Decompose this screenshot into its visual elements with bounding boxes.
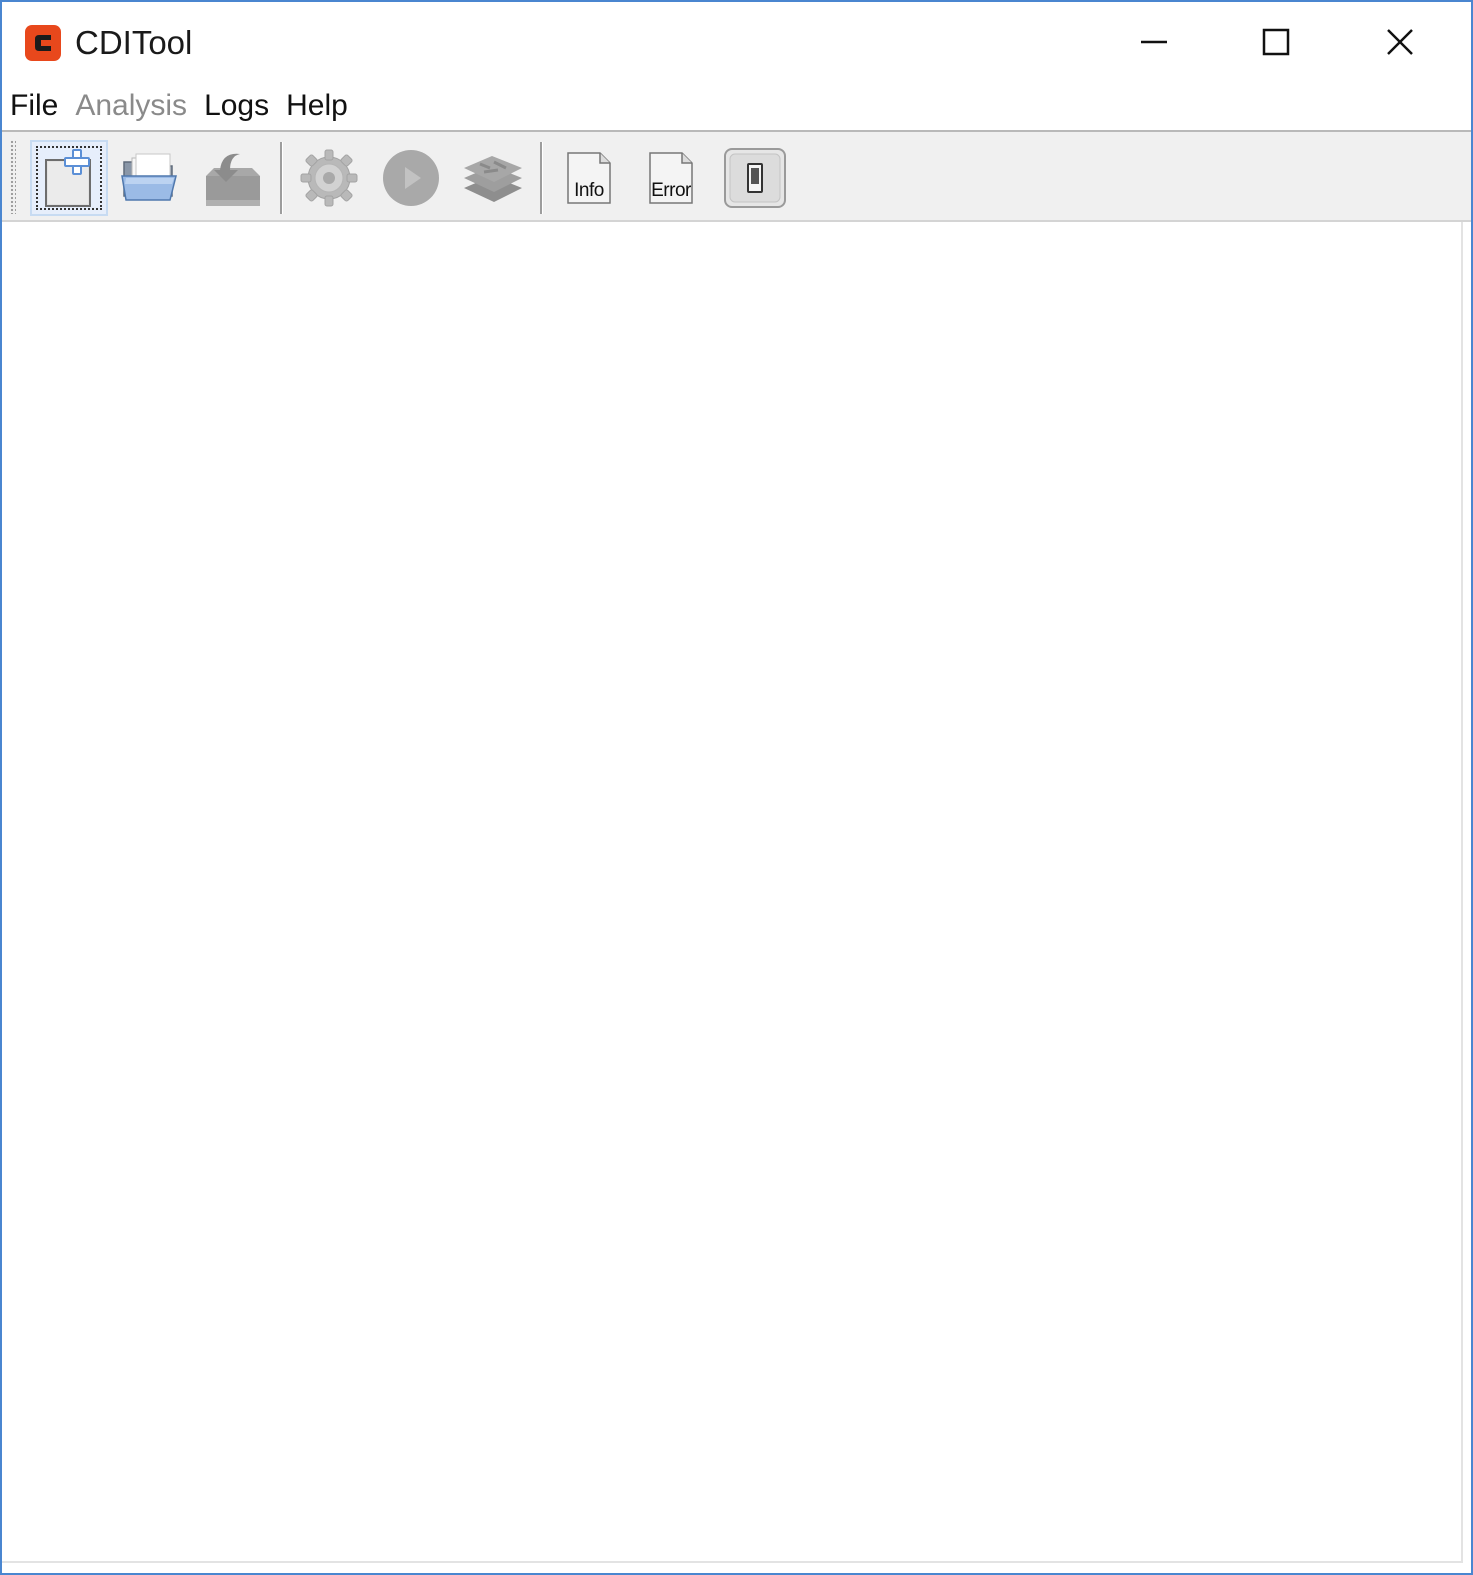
minimize-button[interactable] [1093,2,1215,82]
layers-icon [464,156,522,202]
maximize-icon [1262,28,1290,56]
menu-bar: File Analysis Logs Help [2,82,1471,132]
info-log-icon: Info [566,151,612,205]
error-log-icon: Error [648,151,694,205]
close-button[interactable] [1339,2,1461,82]
new-button[interactable] [30,140,108,216]
toggle-switch-button[interactable] [716,140,794,216]
play-run-icon [383,150,439,206]
error-log-label: Error [651,180,691,201]
main-content-area[interactable] [2,222,1463,1563]
open-button[interactable] [112,140,190,216]
toolbar: Info Error [2,132,1471,222]
toolbar-separator [540,142,543,214]
error-log-button[interactable]: Error [632,140,710,216]
menu-logs[interactable]: Logs [204,86,278,126]
menu-file[interactable]: File [10,86,67,126]
minimize-icon [1141,40,1167,44]
open-folder-icon [121,153,177,201]
save-download-icon [206,153,260,206]
info-log-label: Info [574,180,604,201]
save-button[interactable] [194,140,272,216]
toolbar-grip[interactable] [10,140,16,214]
info-log-button[interactable]: Info [550,140,628,216]
settings-gear-icon [300,149,358,207]
layers-button[interactable] [454,140,532,216]
title-bar[interactable]: CDITool [2,2,1471,82]
app-window: CDITool File Analysis Logs Help Info Err… [0,0,1473,1575]
menu-analysis[interactable]: Analysis [75,86,196,126]
run-button[interactable] [372,140,450,216]
menu-help[interactable]: Help [286,86,357,126]
app-logo-icon [25,25,61,61]
new-document-icon [45,149,91,207]
toolbar-separator [280,142,283,214]
settings-button[interactable] [290,140,368,216]
close-icon [1387,29,1413,55]
maximize-button[interactable] [1215,2,1337,82]
toggle-switch-icon [724,148,786,208]
window-title: CDITool [75,24,193,61]
